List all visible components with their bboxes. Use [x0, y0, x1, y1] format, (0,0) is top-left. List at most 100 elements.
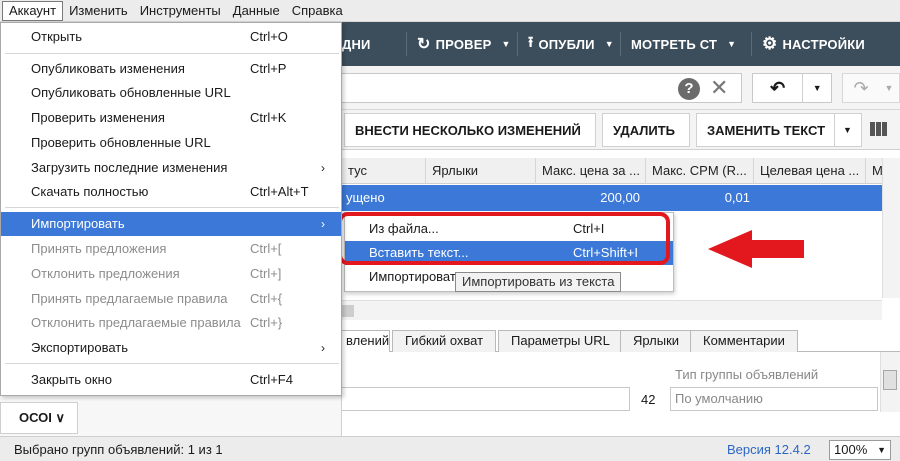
vertical-scrollbar[interactable]	[882, 158, 900, 298]
tab-flexible-reach[interactable]: Гибкий охват	[392, 330, 497, 352]
toolbar-button-label: ДНИ	[342, 36, 371, 52]
menu-item-shortcut: Ctrl+P	[250, 61, 287, 76]
chevron-down-icon[interactable]: ▼	[802, 74, 831, 102]
column-header-more[interactable]: M	[866, 158, 882, 184]
menu-item-publish-changes[interactable]: Опубликовать изменения Ctrl+P	[1, 57, 341, 81]
menu-item-label: Принять предложения	[31, 241, 167, 256]
replace-text-button[interactable]: ЗАМЕНИТЬ ТЕКСТ	[696, 113, 838, 147]
menu-item-label: Принять предлагаемые правила	[31, 291, 228, 306]
close-icon[interactable]: ✕	[710, 76, 728, 100]
menu-item-download-latest[interactable]: Загрузить последние изменения ›	[1, 156, 341, 180]
cell-status: ущено	[346, 190, 385, 205]
tab-comments[interactable]: Комментарии	[690, 330, 798, 352]
search-input[interactable]: ? ✕	[342, 73, 742, 103]
menu-item-accept-suggestions[interactable]: Принять предложения Ctrl+[	[1, 237, 341, 261]
chevron-down-icon[interactable]: ▼	[879, 83, 899, 93]
chevron-down-icon: ▼	[877, 445, 886, 455]
menu-item-shortcut: Ctrl+{	[250, 291, 283, 306]
menu-item-check-changes[interactable]: Проверить изменения Ctrl+K	[1, 106, 341, 130]
menu-item-label: Импортироват	[369, 269, 456, 284]
menu-item-shortcut: Ctrl+F4	[250, 372, 293, 387]
toolbar-button-label: МОТРЕТЬ СТ	[631, 36, 718, 52]
menu-item-download-full[interactable]: Скачать полностью Ctrl+Alt+T	[1, 180, 341, 204]
toolbar-button-days[interactable]: ДНИ	[342, 22, 406, 66]
menu-item-shortcut: Ctrl+O	[250, 29, 288, 44]
chevron-right-icon: ›	[321, 341, 325, 355]
grid-header: тус Ярлыки Макс. цена за ... Макс. CPM (…	[342, 158, 882, 184]
menu-item-label: Экспортировать	[31, 340, 128, 355]
cell-max-cpc: 200,00	[600, 190, 640, 205]
help-icon[interactable]: ?	[678, 78, 700, 100]
menu-item-reject-suggestions[interactable]: Отклонить предложения Ctrl+]	[1, 262, 341, 286]
search-row: ? ✕ ↶ ▼ ↷ ▼	[342, 66, 900, 110]
settings-button[interactable]: ⚙ НАСТРОЙКИ	[752, 22, 878, 66]
column-header-target-cpa[interactable]: Целевая цена ...	[754, 158, 866, 184]
publish-button[interactable]: ⭱ ОПУБЛИ ▼	[518, 22, 620, 66]
menu-item-open[interactable]: Открыть Ctrl+O	[1, 25, 341, 49]
column-header-labels[interactable]: Ярлыки	[426, 158, 536, 184]
menu-item-reject-rules[interactable]: Отклонить предлагаемые правила Ctrl+}	[1, 311, 341, 335]
toolbar-button-label: ПРОВЕР	[435, 36, 492, 52]
delete-button[interactable]: УДАЛИТЬ	[602, 113, 690, 147]
undo-button[interactable]: ↶ ▼	[752, 73, 832, 103]
tab-ad-groups[interactable]: влений	[342, 330, 390, 353]
menu-item-label: Опубликовать обновленные URL	[31, 85, 231, 100]
menu-item-label: Открыть	[31, 29, 83, 44]
action-row: ВНЕСТИ НЕСКОЛЬКО ИЗМЕНЕНИЙ УДАЛИТЬ ЗАМЕН…	[342, 110, 900, 150]
column-header-max-cpm[interactable]: Макс. CPM (R...	[646, 158, 754, 184]
group-type-field[interactable]: По умолчанию	[670, 387, 878, 411]
menu-item-label: Загрузить последние изменения	[31, 160, 228, 175]
horizontal-scrollbar[interactable]	[342, 300, 882, 320]
redo-button[interactable]: ↷ ▼	[842, 73, 900, 103]
multi-edit-button[interactable]: ВНЕСТИ НЕСКОЛЬКО ИЗМЕНЕНИЙ	[344, 113, 596, 147]
table-row[interactable]: ущено 200,00 0,01	[342, 185, 882, 211]
menu-item-import[interactable]: Импортировать ›	[1, 212, 341, 236]
menu-tools[interactable]: Инструменты	[134, 1, 227, 21]
highlight-box	[338, 212, 670, 265]
column-header-status[interactable]: тус	[342, 158, 426, 184]
main-toolbar: ДНИ ↻ ПРОВЕР ▼ ⭱ ОПУБЛИ ▼ МОТРЕТЬ СТ ▼ ⚙…	[342, 22, 900, 66]
menu-item-accept-rules[interactable]: Принять предлагаемые правила Ctrl+{	[1, 287, 341, 311]
menu-divider	[5, 207, 339, 208]
upload-icon: ⭱	[528, 33, 534, 51]
menu-item-label: Скачать полностью	[31, 184, 149, 199]
chevron-down-icon[interactable]: ▼	[834, 113, 862, 147]
tooltip: Импортировать из текста	[455, 272, 622, 292]
menu-item-label: Проверить изменения	[31, 110, 165, 125]
toolbar-button-label: НАСТРОЙКИ	[782, 36, 865, 52]
tab-url-params[interactable]: Параметры URL	[498, 330, 623, 352]
menu-item-close-window[interactable]: Закрыть окно Ctrl+F4	[1, 368, 341, 392]
redo-icon: ↷	[853, 77, 869, 98]
character-count: 42	[641, 392, 656, 407]
menu-item-shortcut: Ctrl+]	[250, 266, 282, 281]
group-type-label: Тип группы объявлений	[675, 367, 819, 382]
menu-item-shortcut: Ctrl+}	[250, 315, 283, 330]
selection-status: Выбрано групп объявлений: 1 из 1	[14, 442, 223, 457]
menu-help[interactable]: Справка	[286, 1, 349, 21]
chevron-right-icon: ›	[321, 161, 325, 175]
left-panel-button[interactable]: ОСОІ ∨	[0, 402, 78, 434]
refresh-icon: ↻	[417, 36, 431, 53]
version-link[interactable]: Версия 12.4.2	[727, 442, 811, 457]
column-header-max-cpc[interactable]: Макс. цена за ...	[536, 158, 646, 184]
undo-icon: ↶	[770, 77, 786, 98]
check-changes-button[interactable]: ↻ ПРОВЕР ▼	[407, 22, 517, 66]
status-bar: Выбрано групп объявлений: 1 из 1 Версия …	[0, 436, 900, 461]
button-label: ОСОІ	[19, 410, 52, 425]
view-stats-button[interactable]: МОТРЕТЬ СТ ▼	[621, 22, 751, 66]
menu-item-label: Опубликовать изменения	[31, 61, 185, 76]
menu-item-publish-urls[interactable]: Опубликовать обновленные URL	[1, 81, 341, 105]
account-menu: Открыть Ctrl+O Опубликовать изменения Ct…	[0, 22, 342, 396]
menu-item-export[interactable]: Экспортировать ›	[1, 336, 341, 360]
menu-edit[interactable]: Изменить	[63, 1, 134, 21]
zoom-select[interactable]: 100% ▼	[829, 440, 891, 460]
cell-max-cpm: 0,01	[724, 190, 750, 205]
vertical-scrollbar[interactable]	[880, 352, 900, 412]
menu-item-label: Отклонить предложения	[31, 266, 180, 281]
columns-icon[interactable]	[870, 122, 890, 138]
menubar: Аккаунт Изменить Инструменты Данные Спра…	[0, 0, 900, 22]
tab-labels[interactable]: Ярлыки	[620, 330, 693, 352]
menu-item-check-urls[interactable]: Проверить обновленные URL	[1, 131, 341, 155]
menu-data[interactable]: Данные	[227, 1, 286, 21]
menu-account[interactable]: Аккаунт	[2, 0, 64, 21]
